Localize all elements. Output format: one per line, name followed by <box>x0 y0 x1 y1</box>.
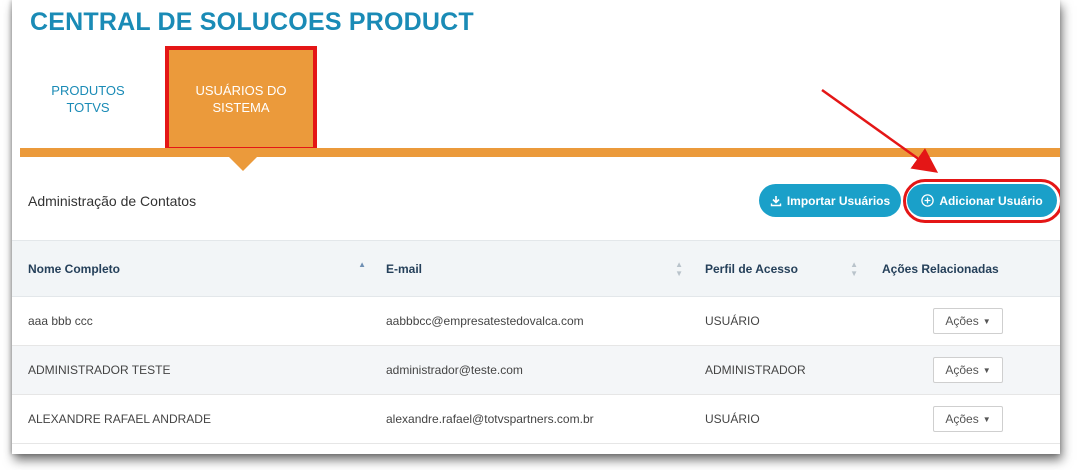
tab-produtos-totvs[interactable]: PRODUTOS TOTVS <box>32 82 144 116</box>
tab-underline <box>20 148 1060 157</box>
tab-usuarios-do-sistema[interactable]: USUÁRIOS DO SISTEMA <box>165 46 317 151</box>
cell-actions: Ações ▼ <box>862 308 1060 334</box>
column-email-label: E-mail <box>386 261 423 276</box>
column-actions-label: Ações Relacionadas <box>882 261 999 276</box>
actions-dropdown-button[interactable]: Ações ▼ <box>933 308 1003 334</box>
app-window: CENTRAL DE SOLUCOES PRODUCT PRODUTOS TOT… <box>12 0 1060 454</box>
table-row: ALEXANDRE RAFAEL ANDRADE alexandre.rafae… <box>12 395 1060 444</box>
sort-icon: ▲ ▼ <box>850 259 858 278</box>
table-row: ADMINISTRADOR TESTE administrador@teste.… <box>12 346 1060 395</box>
section-title: Administração de Contatos <box>28 193 197 209</box>
actions-dropdown-button[interactable]: Ações ▼ <box>933 357 1003 383</box>
tab-label-line2: SISTEMA <box>212 100 270 115</box>
tab-label-line1: USUÁRIOS DO <box>195 83 287 98</box>
page-title: CENTRAL DE SOLUCOES PRODUCT <box>30 8 474 36</box>
cell-email: administrador@teste.com <box>386 363 523 377</box>
add-user-label: Adicionar Usuário <box>939 193 1043 208</box>
sort-icon: ▲ ▼ <box>675 259 683 278</box>
active-tab-pointer <box>229 157 257 171</box>
cell-profile: ADMINISTRADOR <box>705 363 806 377</box>
contacts-table: Nome Completo ▲ E-mail ▲ ▼ Perfil de Aces… <box>12 240 1060 444</box>
column-header-actions: Ações Relacionadas <box>862 262 1060 276</box>
sort-asc-icon: ▲ <box>358 259 366 269</box>
add-user-button[interactable]: Adicionar Usuário <box>907 184 1057 217</box>
tab-label-line1: PRODUTOS <box>51 83 125 98</box>
table-row: aaa bbb ccc aabbbcc@empresatestedovalca.… <box>12 297 1060 346</box>
import-users-button[interactable]: Importar Usuários <box>759 184 901 217</box>
cell-profile: USUÁRIO <box>705 314 760 328</box>
import-users-label: Importar Usuários <box>786 193 891 208</box>
actions-dropdown-button[interactable]: Ações ▼ <box>933 406 1003 432</box>
caret-down-icon: ▼ <box>982 414 991 424</box>
column-name-label: Nome Completo <box>28 261 121 276</box>
table-header: Nome Completo ▲ E-mail ▲ ▼ Perfil de Aces… <box>12 240 1060 297</box>
cell-actions: Ações ▼ <box>862 406 1060 432</box>
column-profile-label: Perfil de Acesso <box>705 261 798 276</box>
caret-down-icon: ▼ <box>982 316 991 326</box>
cell-actions: Ações ▼ <box>862 357 1060 383</box>
cell-name: ALEXANDRE RAFAEL ANDRADE <box>28 412 211 426</box>
cell-name: ADMINISTRADOR TESTE <box>28 363 171 377</box>
cell-email: alexandre.rafael@totvspartners.com.br <box>386 412 594 426</box>
cell-name: aaa bbb ccc <box>28 314 93 328</box>
cell-email: aabbbcc@empresatestedovalca.com <box>386 314 584 328</box>
caret-down-icon: ▼ <box>982 365 991 375</box>
column-header-profile[interactable]: Perfil de Acesso ▲ ▼ <box>687 259 862 278</box>
actions-label: Ações <box>945 363 979 377</box>
download-icon <box>770 195 782 206</box>
cell-profile: USUÁRIO <box>705 412 760 426</box>
column-header-email[interactable]: E-mail ▲ ▼ <box>370 259 687 278</box>
column-header-name[interactable]: Nome Completo ▲ <box>12 259 370 276</box>
actions-label: Ações <box>945 314 979 328</box>
plus-circle-icon <box>921 194 935 207</box>
tab-label-line2: TOTVS <box>66 100 110 115</box>
actions-label: Ações <box>945 412 979 426</box>
